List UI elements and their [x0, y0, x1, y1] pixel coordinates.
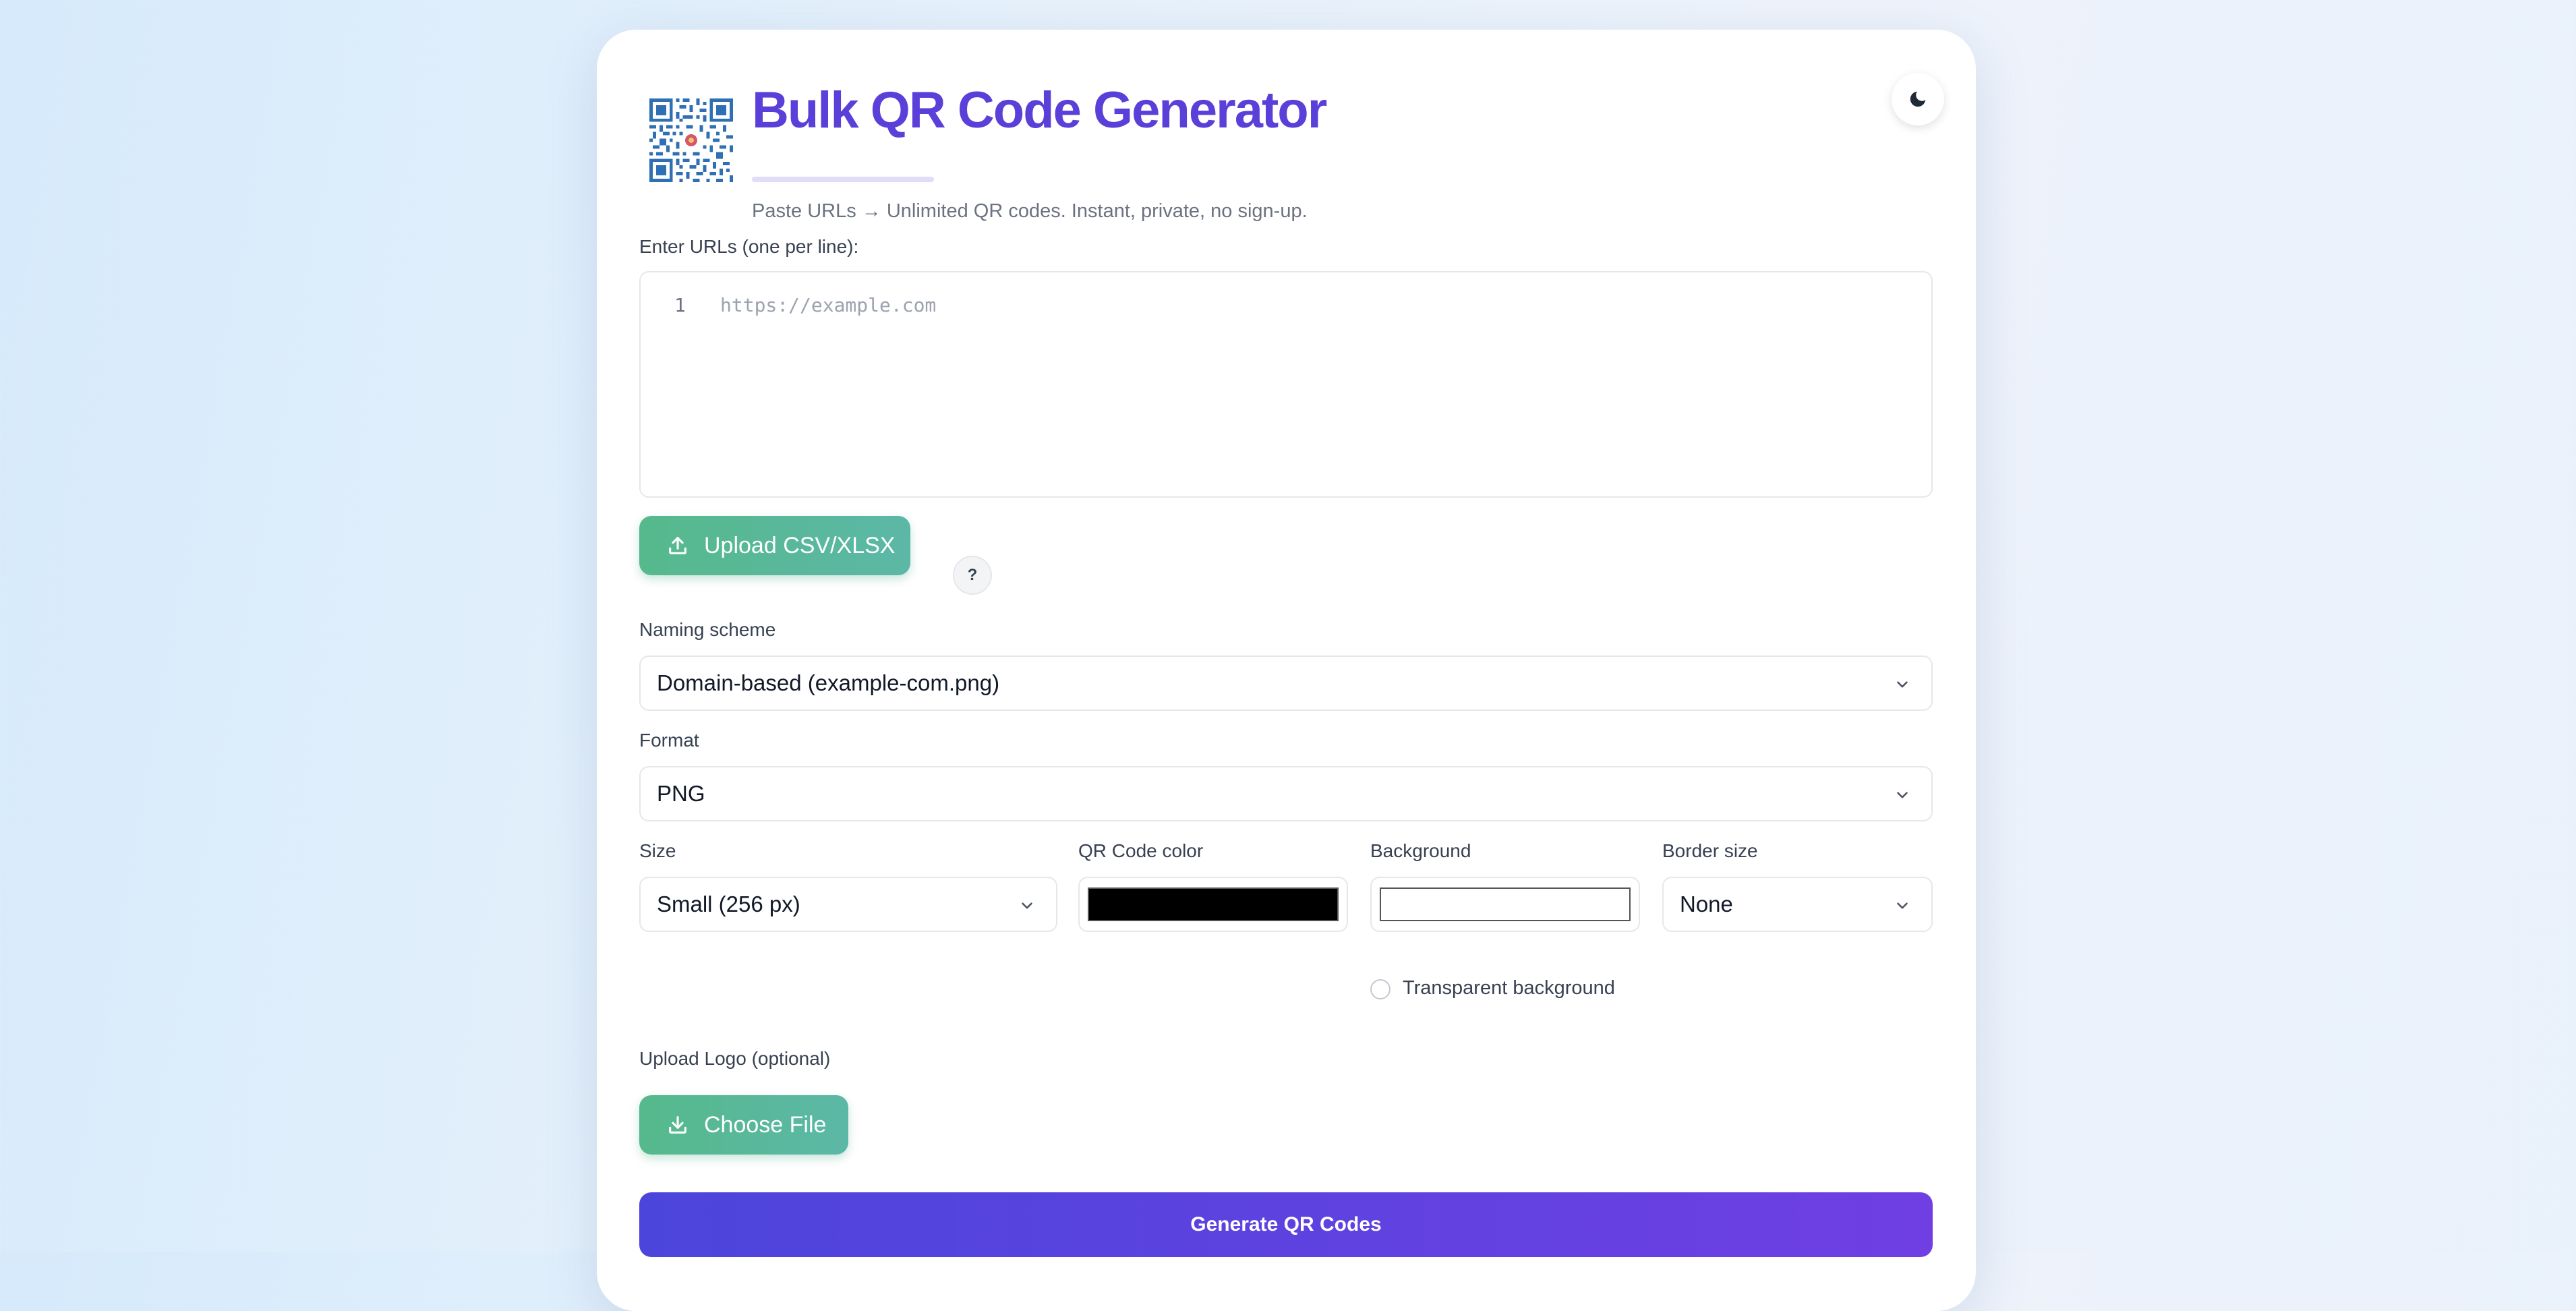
- naming-scheme-select[interactable]: Domain-based (example-com.png): [639, 656, 1933, 711]
- format-value: PNG: [657, 781, 705, 806]
- qr-color-swatch: [1088, 887, 1339, 921]
- upload-logo-label: Upload Logo (optional): [639, 1048, 831, 1069]
- size-select[interactable]: Small (256 px): [639, 877, 1057, 932]
- choose-file-label: Choose File: [704, 1111, 827, 1138]
- format-select[interactable]: PNG: [639, 766, 1933, 821]
- border-size-value: None: [1680, 892, 1733, 916]
- title-underline: [752, 177, 934, 182]
- urls-label: Enter URLs (one per line):: [639, 236, 859, 257]
- download-icon: [669, 1116, 686, 1134]
- upload-csv-button[interactable]: Upload CSV/XLSX: [639, 516, 910, 575]
- chevron-down-icon: [1897, 681, 1908, 688]
- background-color-picker[interactable]: [1370, 877, 1640, 932]
- theme-toggle-button[interactable]: [1892, 73, 1944, 125]
- upload-csv-label: Upload CSV/XLSX: [704, 532, 896, 558]
- transparent-background-radio[interactable]: [1370, 979, 1391, 999]
- naming-scheme-value: Domain-based (example-com.png): [657, 670, 1000, 695]
- qr-code-logo-icon: [649, 98, 733, 182]
- format-label: Format: [639, 730, 699, 751]
- line-number: 1: [674, 294, 686, 316]
- generate-qr-codes-button[interactable]: Generate QR Codes: [639, 1192, 1933, 1257]
- size-value: Small (256 px): [657, 892, 800, 916]
- chevron-down-icon: [1897, 902, 1908, 909]
- qr-color-label: QR Code color: [1078, 840, 1204, 861]
- chevron-down-icon: [1022, 902, 1032, 909]
- naming-scheme-label: Naming scheme: [639, 619, 776, 640]
- background-label: Background: [1370, 840, 1471, 861]
- size-label: Size: [639, 840, 676, 861]
- border-size-select[interactable]: None: [1662, 877, 1933, 932]
- chevron-down-icon: [1897, 792, 1908, 798]
- upload-icon: [669, 537, 686, 554]
- url-editor: 1: [639, 271, 1933, 498]
- qr-color-picker[interactable]: [1078, 877, 1348, 932]
- background-color-swatch: [1380, 887, 1631, 921]
- page-subtitle: Paste URLs → Unlimited QR codes. Instant…: [752, 200, 1308, 222]
- page-title: Bulk QR Code Generator: [752, 82, 1327, 139]
- transparent-background-label: Transparent background: [1403, 977, 1615, 999]
- main-card: Bulk QR Code Generator Paste URLs → Unli…: [597, 30, 1976, 1311]
- choose-file-button[interactable]: Choose File: [639, 1095, 848, 1155]
- border-size-label: Border size: [1662, 840, 1758, 861]
- moon-icon: [1910, 91, 1926, 107]
- url-input[interactable]: [720, 289, 1907, 483]
- help-button[interactable]: ?: [953, 556, 992, 595]
